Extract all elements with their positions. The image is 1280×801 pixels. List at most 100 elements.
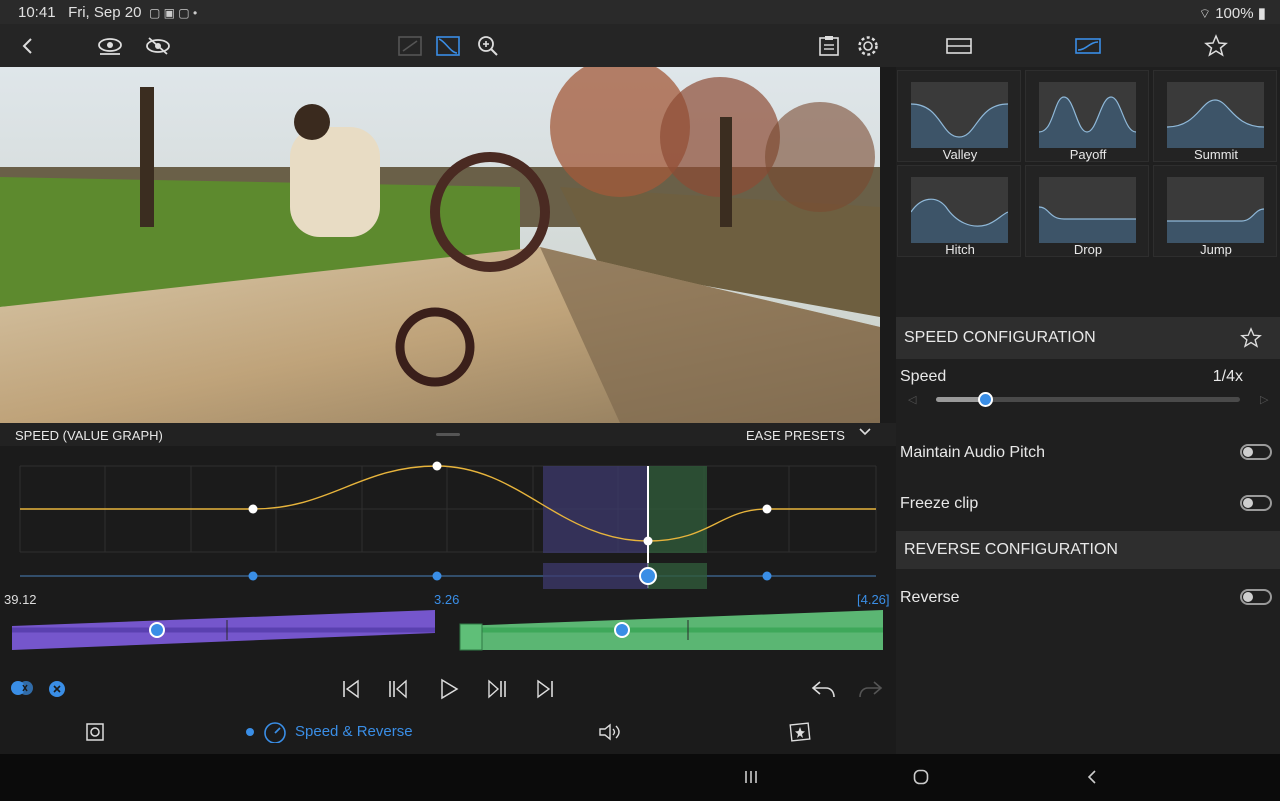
preset-label: Drop xyxy=(1073,242,1103,257)
valley-curve-icon xyxy=(911,82,1008,148)
payoff-curve-icon xyxy=(1039,82,1136,148)
preset-summit[interactable]: Summit xyxy=(1153,70,1277,162)
zoom-icon[interactable] xyxy=(472,30,504,62)
playhead-time: 3.26 xyxy=(434,592,460,607)
drop-curve-icon xyxy=(1039,177,1136,243)
maintain-pitch-toggle[interactable] xyxy=(1240,444,1272,460)
reverse-config-title: REVERSE CONFIGURATION xyxy=(904,541,1118,558)
jump-curve-icon xyxy=(1167,177,1264,243)
layout-icon[interactable] xyxy=(943,30,975,62)
speed-curve xyxy=(20,465,876,542)
status-bar: 10:41 Fri, Sep 20 ▢ ▣ ▢ • ⌔ 100% ▮ xyxy=(0,0,1280,24)
redo-icon[interactable] xyxy=(858,678,884,705)
battery-text: 100% xyxy=(1215,5,1254,22)
reverse-label: Reverse xyxy=(900,589,960,606)
transform-tab-icon[interactable] xyxy=(85,722,105,747)
home-icon[interactable] xyxy=(913,769,929,790)
freeze-clip-toggle[interactable] xyxy=(1240,495,1272,511)
slider-left-arrow-icon[interactable]: ◁ xyxy=(908,393,916,406)
freeze-clip-label: Freeze clip xyxy=(900,495,979,512)
crop-icon[interactable] xyxy=(394,30,426,62)
preset-jump[interactable]: Jump xyxy=(1153,165,1277,257)
graph-icon[interactable] xyxy=(1072,30,1104,62)
speed-label: Speed xyxy=(900,368,947,385)
purple-region-track xyxy=(543,563,648,589)
drag-handle[interactable] xyxy=(436,433,460,436)
green-ramp-start[interactable] xyxy=(459,623,483,651)
preset-label: Summit xyxy=(1193,147,1239,162)
bottom-tabs: Speed & Reverse xyxy=(0,712,896,754)
preset-hitch[interactable]: Hitch xyxy=(897,165,1021,257)
wifi-icon: ⌔ xyxy=(1198,6,1212,21)
notification-icons: ▢ ▣ ▢ • xyxy=(145,6,198,20)
curve-icon[interactable] xyxy=(432,30,464,62)
nav-back-icon[interactable] xyxy=(1085,769,1099,790)
preset-drop[interactable]: Drop xyxy=(1025,165,1149,257)
speed-slider[interactable] xyxy=(936,392,1240,407)
keyframe-dot[interactable] xyxy=(432,571,442,581)
start-time: 39.12 xyxy=(4,592,37,607)
star-icon[interactable] xyxy=(1200,30,1232,62)
video-frame xyxy=(0,67,880,423)
reverse-toggle[interactable] xyxy=(1240,589,1272,605)
recent-apps-icon[interactable] xyxy=(743,769,759,790)
ease-presets-button[interactable]: EASE PRESETS xyxy=(746,428,845,443)
step-forward-icon[interactable] xyxy=(486,678,508,705)
speed-graph-canvas[interactable] xyxy=(0,446,896,676)
graph-header: SPEED (VALUE GRAPH) EASE PRESETS xyxy=(0,423,896,446)
clipboard-icon[interactable] xyxy=(813,30,845,62)
maintain-pitch-label: Maintain Audio Pitch xyxy=(900,444,1045,461)
right-panel: Valley Payoff Summit Hitch Drop Jump SPE… xyxy=(896,67,1280,754)
tab-speed-reverse[interactable]: Speed & Reverse xyxy=(295,723,413,740)
back-icon[interactable] xyxy=(12,30,44,62)
effects-tab-icon[interactable] xyxy=(789,722,811,747)
skip-end-icon[interactable] xyxy=(534,678,556,705)
status-right: ⌔ 100% ▮ xyxy=(1199,4,1266,22)
eye-slash-icon[interactable] xyxy=(142,30,174,62)
keyframe-dot-selected[interactable] xyxy=(639,567,657,585)
chevron-down-icon[interactable] xyxy=(858,425,872,442)
status-date: Fri, Sep 20 xyxy=(68,4,142,21)
speed-config-header: SPEED CONFIGURATION xyxy=(896,317,1280,359)
graph-title: SPEED (VALUE GRAPH) xyxy=(15,428,163,443)
speedometer-icon[interactable] xyxy=(263,721,287,748)
keyframe-point[interactable] xyxy=(432,461,442,471)
undo-icon[interactable] xyxy=(810,678,836,705)
green-ramp-handle[interactable] xyxy=(614,622,630,638)
speed-graph[interactable]: 39.12 3.26 [4.26] xyxy=(0,446,896,676)
hitch-curve-icon xyxy=(911,177,1008,243)
eye-icon[interactable] xyxy=(94,30,126,62)
green-region xyxy=(648,466,707,553)
audio-tab-icon[interactable] xyxy=(597,722,623,747)
favorite-star-icon[interactable] xyxy=(1240,327,1262,354)
skip-start-icon[interactable] xyxy=(340,678,362,705)
preset-label: Hitch xyxy=(945,242,975,257)
speed-value: 1/4x xyxy=(1212,368,1243,385)
gear-icon[interactable] xyxy=(852,30,884,62)
purple-ramp-handle[interactable] xyxy=(149,622,165,638)
reverse-config-header: REVERSE CONFIGURATION xyxy=(896,531,1280,569)
preset-valley[interactable]: Valley xyxy=(897,70,1021,162)
preset-payoff[interactable]: Payoff xyxy=(1025,70,1149,162)
step-back-icon[interactable] xyxy=(387,678,409,705)
video-preview[interactable] xyxy=(0,67,880,423)
battery-icon: ▮ xyxy=(1257,5,1266,22)
active-tab-dot xyxy=(246,728,254,736)
speed-config-title: SPEED CONFIGURATION xyxy=(904,329,1096,346)
system-nav-bar xyxy=(0,754,1280,801)
link-keyframes-icon[interactable] xyxy=(10,680,34,701)
play-icon[interactable] xyxy=(438,678,460,705)
clear-keyframe-icon[interactable] xyxy=(48,680,66,703)
transport-controls xyxy=(0,668,896,712)
keyframe-point[interactable] xyxy=(762,504,772,514)
top-toolbar xyxy=(0,24,1280,67)
preset-label: Payoff xyxy=(1069,147,1107,162)
keyframe-point[interactable] xyxy=(248,504,258,514)
speed-slider-thumb[interactable] xyxy=(977,392,993,407)
slider-right-arrow-icon[interactable]: ▷ xyxy=(1260,393,1268,406)
preset-label: Jump xyxy=(1200,242,1232,257)
keyframe-dot[interactable] xyxy=(762,571,772,581)
status-time: 10:41 xyxy=(18,4,56,21)
keyframe-dot[interactable] xyxy=(248,571,258,581)
preset-label: Valley xyxy=(942,147,978,162)
